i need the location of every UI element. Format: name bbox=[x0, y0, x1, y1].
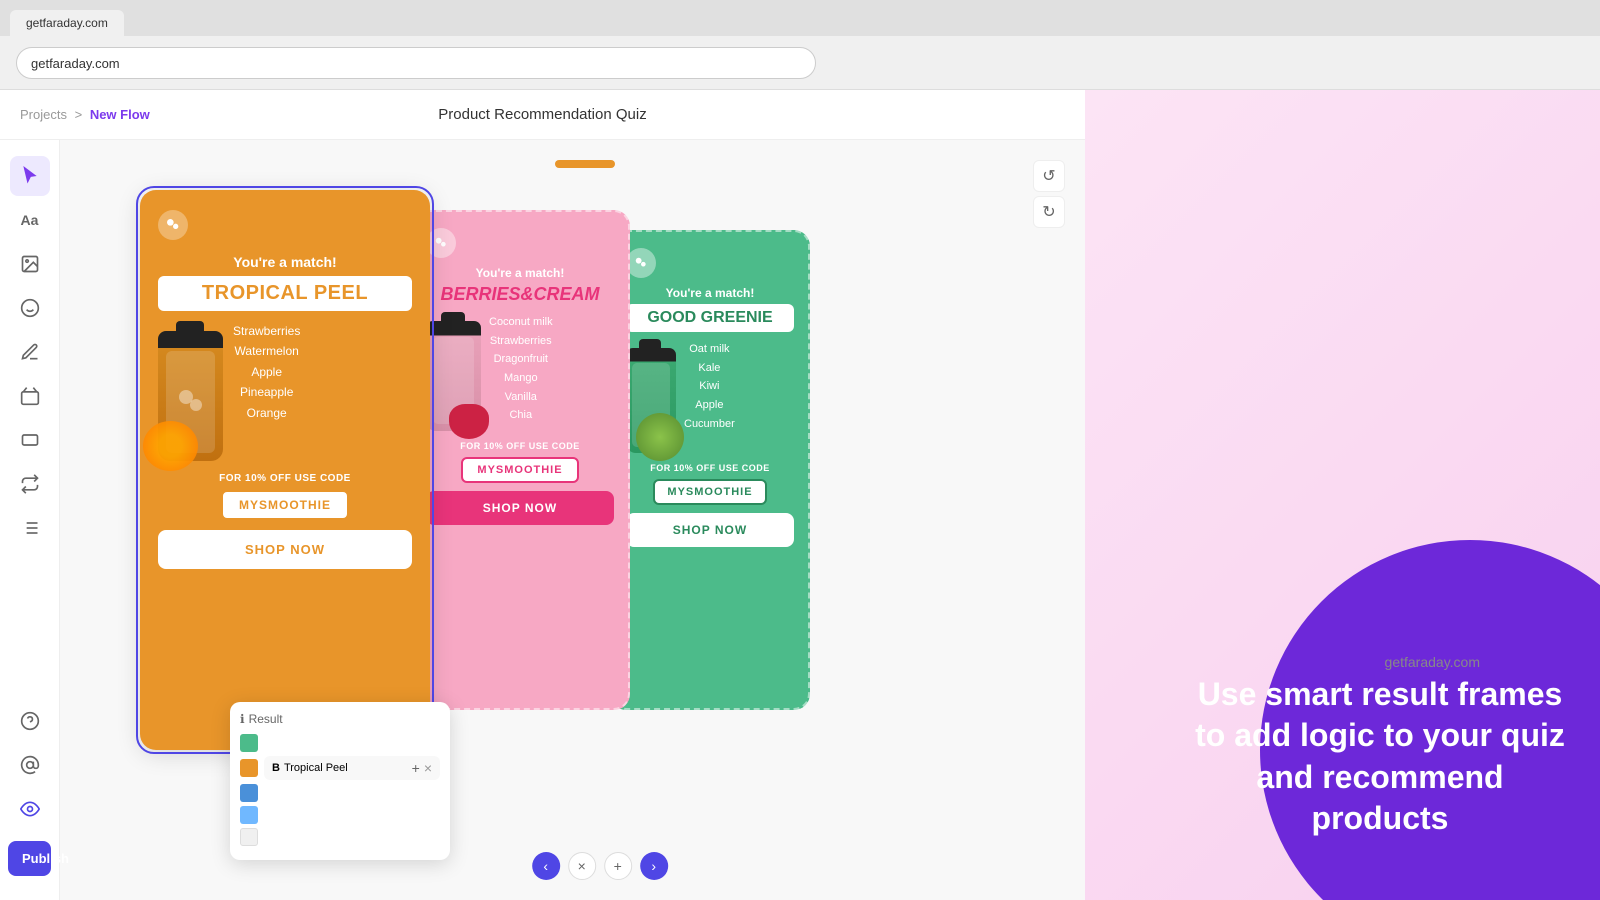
code-button-orange[interactable]: MYSMOOTHIE bbox=[221, 490, 349, 520]
shop-button-green[interactable]: SHOP NOW bbox=[626, 513, 794, 547]
address-bar: getfaraday.com bbox=[0, 36, 1600, 90]
code-button-green[interactable]: MYSMOOTHIE bbox=[653, 479, 766, 505]
result-tag-row[interactable]: B Tropical Peel + × bbox=[264, 756, 440, 780]
page-title: Product Recommendation Quiz bbox=[438, 106, 646, 123]
emoji-tool[interactable] bbox=[10, 288, 50, 328]
discount-area-orange: FOR 10% OFF USE CODE MYSMOOTHIE bbox=[158, 473, 412, 520]
ingredients-green: Oat milk Kale Kiwi Apple Cucumber bbox=[684, 340, 735, 433]
ingredients-orange: Strawberries Watermelon Apple Pineapple … bbox=[233, 321, 300, 423]
image-tool[interactable] bbox=[10, 244, 50, 284]
product-name-orange: TROPICAL PEEL bbox=[158, 276, 412, 311]
app-container: Projects > New Flow Product Recommendati… bbox=[0, 90, 1085, 900]
tag-remove-icon[interactable]: × bbox=[424, 760, 432, 776]
color-swatch-blue bbox=[240, 784, 258, 802]
loop-tool[interactable] bbox=[10, 464, 50, 504]
color-swatch-orange bbox=[240, 759, 258, 777]
tag-add-icon[interactable]: + bbox=[412, 760, 420, 776]
tag-text: Tropical Peel bbox=[284, 762, 408, 774]
rectangle-tool[interactable] bbox=[10, 420, 50, 460]
preview-tool[interactable] bbox=[10, 789, 50, 829]
result-color-row-2: B Tropical Peel + × bbox=[240, 756, 440, 780]
card-logo-pink bbox=[426, 228, 456, 258]
cards-container: You're a match! TROPICAL PEEL bbox=[140, 190, 810, 750]
result-panel-header: ℹ Result bbox=[240, 712, 440, 726]
result-info-icon: ℹ bbox=[240, 712, 245, 726]
breadcrumb-current[interactable]: New Flow bbox=[90, 107, 150, 122]
tag-bold-label: B bbox=[272, 762, 280, 774]
browser-chrome: getfaraday.com getfaraday.com bbox=[0, 0, 1600, 90]
marketing-panel: getfaraday.com Use smart result frames t… bbox=[1085, 90, 1600, 900]
code-button-pink[interactable]: MYSMOOTHIE bbox=[461, 457, 578, 483]
left-toolbar: Aa bbox=[0, 140, 60, 900]
marketing-headline: Use smart result frames to add logic to … bbox=[1190, 674, 1570, 840]
nav-remove-button[interactable]: × bbox=[568, 852, 596, 880]
breadcrumb: Projects > New Flow bbox=[20, 107, 150, 122]
color-swatch-lightblue bbox=[240, 806, 258, 824]
green-card[interactable]: You're a match! GOOD GREENIE Oat milk bbox=[610, 230, 810, 710]
result-color-row-4 bbox=[240, 806, 440, 824]
text-tool[interactable]: Aa bbox=[10, 200, 50, 240]
result-color-row-1 bbox=[240, 734, 440, 752]
card-logo-green bbox=[626, 248, 656, 278]
product-name-pink: BERRIES&CREAM bbox=[426, 284, 614, 305]
pink-card[interactable]: You're a match! BERRIES&CREAM Coconut mi… bbox=[410, 210, 630, 710]
cursor-tool[interactable] bbox=[10, 156, 50, 196]
editor-area: Aa bbox=[0, 140, 1085, 900]
mention-tool[interactable] bbox=[10, 745, 50, 785]
canvas-area: ↺ ↻ You're a match! TROPICAL PEEL bbox=[60, 140, 1085, 900]
draw-tool[interactable] bbox=[10, 332, 50, 372]
media-tool[interactable] bbox=[10, 376, 50, 416]
shop-button-orange[interactable]: SHOP NOW bbox=[158, 530, 412, 569]
card-logo-orange bbox=[158, 210, 188, 240]
browser-tab-bar: getfaraday.com bbox=[0, 0, 1600, 36]
orange-card-wrapper: You're a match! TROPICAL PEEL bbox=[140, 190, 430, 750]
undo-redo-group: ↺ ↻ bbox=[1033, 160, 1065, 228]
help-tool[interactable] bbox=[10, 701, 50, 741]
redo-button[interactable]: ↻ bbox=[1033, 196, 1065, 228]
orange-card[interactable]: You're a match! TROPICAL PEEL bbox=[140, 190, 430, 750]
shop-button-pink[interactable]: SHOP NOW bbox=[426, 491, 614, 525]
navigation-bar: ‹ × + › bbox=[532, 852, 668, 880]
app-header: Projects > New Flow Product Recommendati… bbox=[0, 90, 1085, 140]
browser-tab[interactable]: getfaraday.com bbox=[10, 10, 124, 36]
result-color-row-5 bbox=[240, 828, 440, 846]
publish-button[interactable]: Publish bbox=[8, 841, 51, 876]
nav-prev-button[interactable]: ‹ bbox=[532, 852, 560, 880]
top-indicator bbox=[555, 160, 615, 168]
match-text-pink: You're a match! bbox=[426, 266, 614, 280]
result-label: Result bbox=[249, 712, 283, 726]
url-input[interactable]: getfaraday.com bbox=[16, 47, 816, 79]
ingredients-pink: Coconut milk Strawberries Dragonfruit Ma… bbox=[489, 313, 553, 425]
match-text-green: You're a match! bbox=[626, 286, 794, 300]
undo-button[interactable]: ↺ bbox=[1033, 160, 1065, 192]
result-color-row-3 bbox=[240, 784, 440, 802]
product-name-green: GOOD GREENIE bbox=[626, 304, 794, 332]
breadcrumb-separator: > bbox=[75, 107, 83, 122]
breadcrumb-projects[interactable]: Projects bbox=[20, 107, 67, 122]
result-panel: ℹ Result B Tropical Peel + bbox=[230, 702, 450, 860]
color-swatch-white bbox=[240, 828, 258, 846]
nav-add-button[interactable]: + bbox=[604, 852, 632, 880]
match-text-orange: You're a match! bbox=[158, 254, 412, 270]
marketing-domain: getfaraday.com bbox=[1385, 654, 1480, 670]
list-tool[interactable] bbox=[10, 508, 50, 548]
nav-next-button[interactable]: › bbox=[640, 852, 668, 880]
color-swatch-green bbox=[240, 734, 258, 752]
